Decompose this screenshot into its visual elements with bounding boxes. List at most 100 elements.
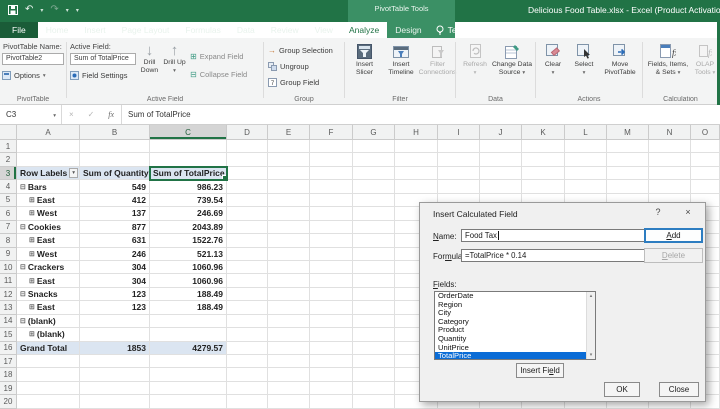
cell-F11[interactable] bbox=[310, 274, 353, 288]
cell-D5[interactable] bbox=[227, 193, 268, 208]
cell-I4[interactable] bbox=[438, 180, 480, 194]
cell-E5[interactable] bbox=[268, 193, 310, 208]
cell-K2[interactable] bbox=[522, 153, 565, 167]
tab-design[interactable]: Design bbox=[387, 22, 429, 38]
cell-A7[interactable]: ⊟ Cookies bbox=[17, 220, 80, 235]
cell-B10[interactable]: 304 bbox=[80, 260, 150, 275]
expand-item-icon[interactable]: ⊞ bbox=[29, 303, 35, 311]
select-button[interactable]: Select ▾ bbox=[570, 41, 598, 77]
group-selection-button[interactable]: → Group Selection bbox=[268, 44, 333, 57]
cell-E8[interactable] bbox=[268, 234, 310, 248]
cell-K1[interactable] bbox=[522, 140, 565, 154]
change-data-source-button[interactable]: Change Data Source ▾ bbox=[491, 41, 533, 77]
cell-F13[interactable] bbox=[310, 301, 353, 315]
cell-E18[interactable] bbox=[268, 368, 310, 382]
tab-data[interactable]: Data bbox=[229, 22, 263, 38]
row-header-18[interactable]: 18 bbox=[0, 368, 17, 382]
cell-F8[interactable] bbox=[310, 234, 353, 248]
row-header-9[interactable]: 9 bbox=[0, 247, 17, 261]
cell-G18[interactable] bbox=[353, 368, 395, 382]
collapse-item-icon[interactable]: ⊟ bbox=[20, 290, 26, 298]
move-pivottable-button[interactable]: Move PivotTable bbox=[600, 41, 640, 77]
collapse-item-icon[interactable]: ⊟ bbox=[20, 263, 26, 271]
cell-C13[interactable]: 188.49 bbox=[150, 301, 227, 315]
add-button[interactable]: Add bbox=[644, 228, 703, 243]
cell-E2[interactable] bbox=[268, 153, 310, 167]
ok-button[interactable]: OK bbox=[604, 382, 640, 397]
cell-G14[interactable] bbox=[353, 314, 395, 329]
ungroup-button[interactable]: Ungroup bbox=[268, 60, 309, 73]
cell-A11[interactable]: ⊞ East bbox=[17, 274, 80, 288]
cell-G5[interactable] bbox=[353, 193, 395, 208]
tab-file[interactable]: File bbox=[0, 22, 38, 38]
cell-B20[interactable] bbox=[80, 395, 150, 409]
cell-E20[interactable] bbox=[268, 395, 310, 409]
cell-F9[interactable] bbox=[310, 247, 353, 261]
cell-J3[interactable] bbox=[480, 166, 522, 181]
cell-C19[interactable] bbox=[150, 381, 227, 396]
cell-E15[interactable] bbox=[268, 328, 310, 342]
cell-D9[interactable] bbox=[227, 247, 268, 261]
drill-up-button[interactable]: ↑ Drill Up ▾ bbox=[163, 43, 186, 75]
cell-C15[interactable] bbox=[150, 328, 227, 342]
cell-D13[interactable] bbox=[227, 301, 268, 315]
cell-F20[interactable] bbox=[310, 395, 353, 409]
cell-A18[interactable] bbox=[17, 368, 80, 382]
cell-A16[interactable]: Grand Total bbox=[17, 341, 80, 355]
cell-B6[interactable]: 137 bbox=[80, 207, 150, 221]
tab-home[interactable]: Home bbox=[38, 22, 77, 38]
cell-C5[interactable]: 739.54 bbox=[150, 193, 227, 208]
active-field-value[interactable]: Sum of TotalPrice bbox=[70, 53, 136, 65]
cell-C10[interactable]: 1060.96 bbox=[150, 260, 227, 275]
tab-view[interactable]: View bbox=[307, 22, 341, 38]
cell-G12[interactable] bbox=[353, 287, 395, 302]
cell-C2[interactable] bbox=[150, 153, 227, 167]
tab-page-layout[interactable]: Page Layout bbox=[114, 22, 178, 38]
cell-G17[interactable] bbox=[353, 355, 395, 369]
cell-H2[interactable] bbox=[395, 153, 438, 167]
cell-C12[interactable]: 188.49 bbox=[150, 287, 227, 302]
cell-C11[interactable]: 1060.96 bbox=[150, 274, 227, 288]
cell-E1[interactable] bbox=[268, 140, 310, 154]
scroll-down-icon[interactable]: ▾ bbox=[587, 352, 595, 358]
cell-H3[interactable] bbox=[395, 166, 438, 181]
collapse-item-icon[interactable]: ⊟ bbox=[20, 223, 26, 231]
cell-G6[interactable] bbox=[353, 207, 395, 221]
row-header-8[interactable]: 8 bbox=[0, 234, 17, 248]
column-header-L[interactable]: L bbox=[565, 125, 607, 140]
fields-items-sets-button[interactable]: fx Fields, Items, & Sets ▾ bbox=[646, 41, 690, 77]
collapse-item-icon[interactable]: ⊟ bbox=[20, 183, 26, 191]
cell-A17[interactable] bbox=[17, 355, 80, 369]
cell-D7[interactable] bbox=[227, 220, 268, 235]
row-header-3[interactable]: 3 bbox=[0, 166, 17, 181]
row-header-7[interactable]: 7 bbox=[0, 220, 17, 235]
cell-D3[interactable] bbox=[227, 166, 268, 181]
cell-D1[interactable] bbox=[227, 140, 268, 154]
cell-A19[interactable] bbox=[17, 381, 80, 396]
cell-G20[interactable] bbox=[353, 395, 395, 409]
cell-O4[interactable] bbox=[691, 180, 720, 194]
row-header-19[interactable]: 19 bbox=[0, 381, 17, 396]
field-option-totalprice[interactable]: TotalPrice bbox=[435, 352, 595, 359]
cell-M1[interactable] bbox=[607, 140, 649, 154]
close-button[interactable]: Close bbox=[659, 382, 699, 397]
cell-G9[interactable] bbox=[353, 247, 395, 261]
cell-A1[interactable] bbox=[17, 140, 80, 154]
row-header-1[interactable]: 1 bbox=[0, 140, 17, 154]
cell-L2[interactable] bbox=[565, 153, 607, 167]
expand-item-icon[interactable]: ⊞ bbox=[29, 236, 35, 244]
column-header-I[interactable]: I bbox=[438, 125, 480, 140]
row-header-20[interactable]: 20 bbox=[0, 395, 17, 409]
tab-formulas[interactable]: Formulas bbox=[177, 22, 228, 38]
cell-G1[interactable] bbox=[353, 140, 395, 154]
insert-field-button[interactable]: Insert Fi e ld bbox=[516, 363, 564, 378]
cell-D8[interactable] bbox=[227, 234, 268, 248]
column-header-J[interactable]: J bbox=[480, 125, 522, 140]
cell-F12[interactable] bbox=[310, 287, 353, 302]
cell-A3[interactable]: Row Labels ▾ bbox=[17, 166, 80, 181]
column-header-N[interactable]: N bbox=[649, 125, 691, 140]
cell-H1[interactable] bbox=[395, 140, 438, 154]
cell-F5[interactable] bbox=[310, 193, 353, 208]
cell-E6[interactable] bbox=[268, 207, 310, 221]
column-header-B[interactable]: B bbox=[80, 125, 150, 140]
